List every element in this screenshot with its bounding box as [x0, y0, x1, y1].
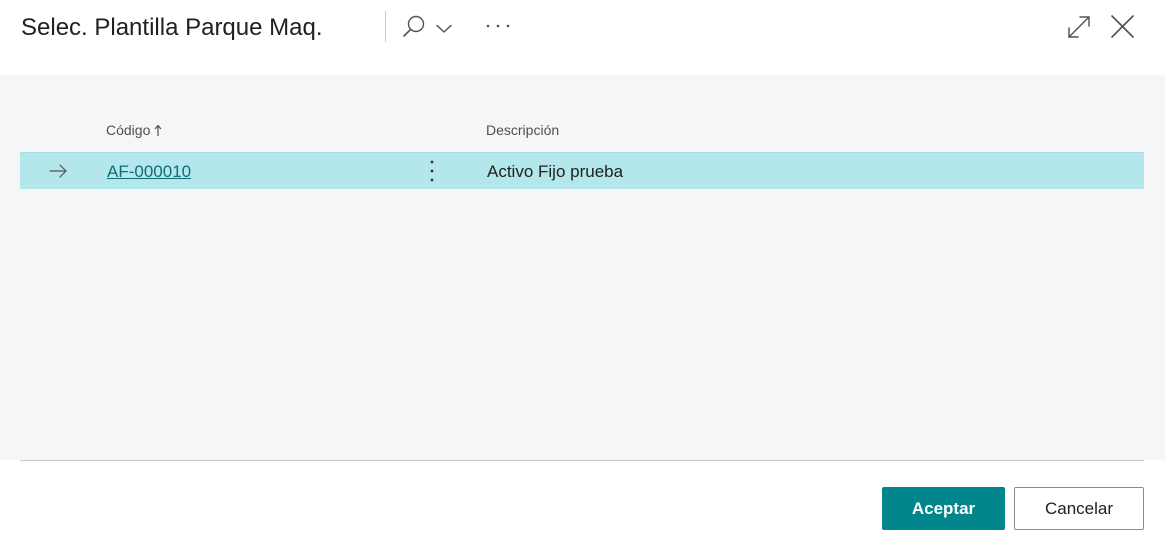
column-header-label: Descripción — [486, 122, 560, 138]
footer-divider — [20, 460, 1144, 461]
more-options-button[interactable] — [484, 12, 512, 40]
header-divider — [385, 11, 386, 42]
close-icon — [1111, 15, 1134, 38]
list-content: Código Descripción AF-000010 Activo Fijo… — [0, 75, 1165, 460]
dialog: Selec. Plantilla Parque Maq. Código Desc… — [0, 0, 1165, 543]
chevron-down-icon — [436, 24, 452, 33]
close-button[interactable] — [1109, 13, 1136, 40]
more-vertical-icon — [430, 160, 434, 182]
expand-button[interactable] — [1066, 14, 1092, 40]
row-actions-button[interactable] — [422, 158, 442, 184]
search-button[interactable] — [402, 12, 456, 42]
sort-ascending-icon — [154, 124, 162, 136]
column-header-label: Código — [106, 122, 151, 138]
page-title: Selec. Plantilla Parque Maq. — [21, 14, 323, 41]
dialog-header: Selec. Plantilla Parque Maq. — [0, 0, 1165, 75]
cancel-button[interactable]: Cancelar — [1014, 487, 1144, 530]
more-horizontal-icon — [486, 24, 510, 28]
accept-button[interactable]: Aceptar — [882, 487, 1005, 530]
expand-icon — [1068, 16, 1090, 38]
row-code-link[interactable]: AF-000010 — [107, 161, 191, 183]
table-row[interactable]: AF-000010 Activo Fijo prueba — [20, 152, 1144, 189]
arrow-right-icon — [49, 164, 67, 178]
column-header-descripcion[interactable]: Descripción — [486, 120, 559, 140]
row-description: Activo Fijo prueba — [487, 162, 624, 181]
search-icon — [403, 15, 425, 37]
column-header-codigo[interactable]: Código — [106, 120, 162, 140]
